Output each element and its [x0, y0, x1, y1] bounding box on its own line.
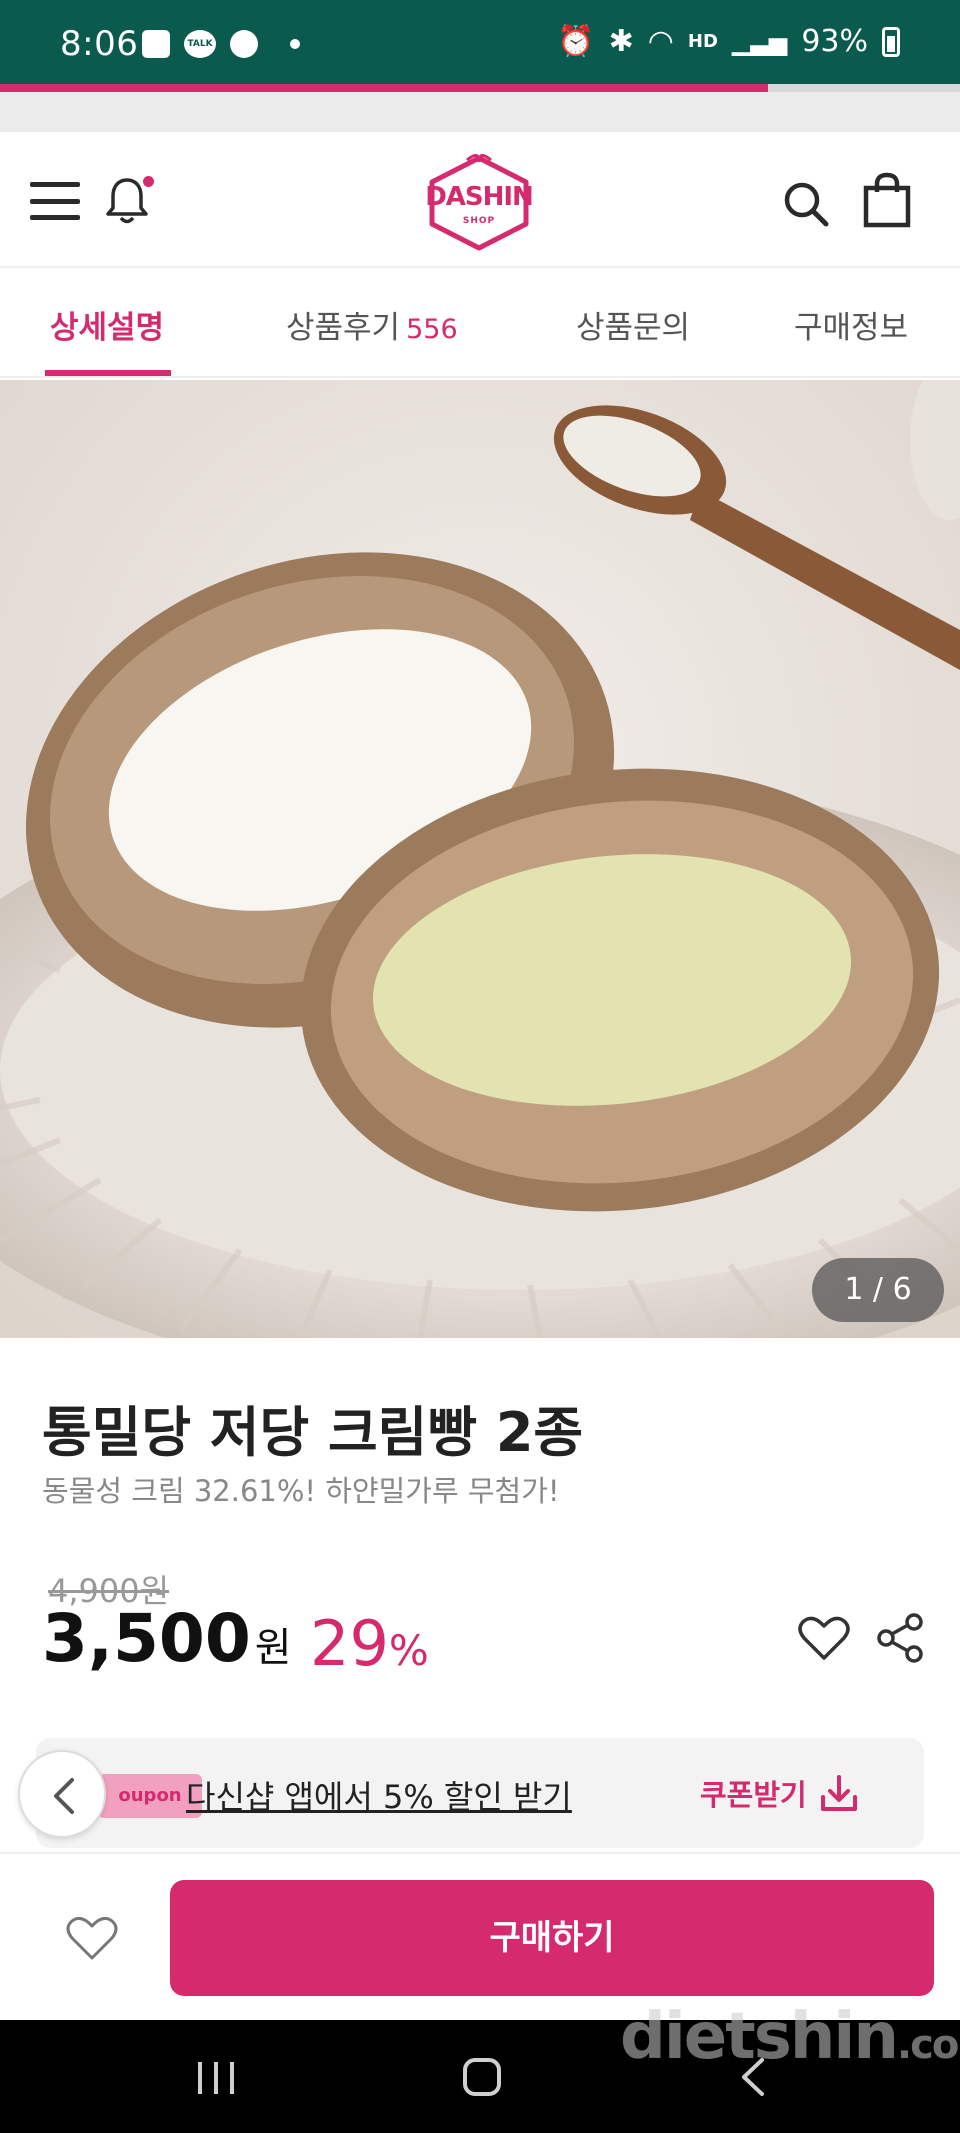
discount-unit: %	[388, 1626, 429, 1675]
product-title: 통밀당 저당 크림빵 2종	[42, 1401, 584, 1464]
coupon-banner[interactable]: oupon 다신샵 앱에서 5% 할인 받기 쿠폰받기	[36, 1738, 924, 1848]
site-header: DASHIN SHOP	[0, 132, 960, 268]
get-coupon-label: 쿠폰받기	[700, 1778, 807, 1812]
status-notification-icons: TALK	[142, 30, 300, 58]
search-icon[interactable]	[782, 180, 830, 228]
status-time: 8:06	[60, 24, 139, 64]
browser-toolbar-band	[0, 92, 960, 132]
chevron-left-icon	[54, 1778, 74, 1814]
buy-button[interactable]: 구매하기	[170, 1880, 934, 1996]
app-notification-icon	[230, 30, 258, 58]
sale-price: 3,500 원	[42, 1600, 292, 1677]
shopping-bag-icon[interactable]	[862, 172, 912, 228]
cream-bread-photo	[0, 380, 960, 1338]
active-tab-indicator	[45, 370, 171, 376]
logo-subtext: SHOP	[462, 216, 496, 226]
menu-icon[interactable]	[30, 182, 80, 220]
wishlist-heart-icon[interactable]	[66, 1914, 118, 1962]
image-pager: 1 / 6	[812, 1258, 944, 1322]
discount-rate: 29%	[310, 1607, 429, 1680]
battery-icon	[882, 26, 900, 57]
tab-reviews[interactable]: 상품후기 556	[286, 302, 458, 347]
logo-text: DASHIN	[425, 182, 534, 212]
bottom-action-bar: 구매하기	[0, 1852, 960, 2020]
download-icon	[820, 1775, 857, 1811]
status-system-icons: ⏰ ✱ ◠ HD ▁▃▅ 93%	[557, 24, 900, 59]
heart-icon[interactable]	[798, 1614, 850, 1662]
review-count: 556	[406, 314, 458, 345]
get-coupon-button[interactable]: 쿠폰받기	[700, 1768, 859, 1818]
sale-price-value: 3,500	[42, 1600, 251, 1677]
bluetooth-icon: ✱	[608, 24, 634, 59]
coupon-text[interactable]: 다신샵 앱에서 5% 할인 받기	[186, 1772, 572, 1818]
gallery-notification-icon	[142, 30, 170, 58]
hd-voice-label: HD	[687, 31, 718, 52]
tab-detail[interactable]: 상세설명	[50, 302, 164, 347]
alarm-icon: ⏰	[557, 24, 595, 59]
more-notifications-dot	[290, 39, 300, 49]
tab-purchase-info[interactable]: 구매정보	[794, 302, 908, 347]
wifi-icon: ◠	[647, 24, 674, 59]
watermark-suffix: .com	[896, 2022, 960, 2068]
battery-percent: 93%	[801, 24, 868, 59]
kakaotalk-notification-icon: TALK	[184, 30, 216, 58]
share-icon[interactable]	[876, 1612, 926, 1664]
status-bar: 8:06 TALK ⏰ ✱ ◠ HD ▁▃▅ 93%	[0, 0, 960, 84]
discount-value: 29	[310, 1607, 389, 1680]
dietshin-watermark: dietshin.com	[620, 2000, 960, 2074]
signal-icon: ▁▃▅	[731, 27, 788, 56]
page-load-progress-fill	[0, 84, 768, 92]
home-icon[interactable]	[463, 2058, 501, 2096]
page-load-progress	[0, 84, 960, 92]
dashin-logo[interactable]: DASHIN SHOP	[422, 152, 536, 252]
sale-price-unit: 원	[254, 1625, 292, 1671]
product-subtitle: 동물성 크림 32.61%! 하얀밀가루 무첨가!	[42, 1474, 560, 1508]
product-image[interactable]: 1 / 6	[0, 380, 960, 1338]
tab-reviews-label: 상품후기	[286, 310, 401, 346]
notification-dot	[143, 176, 154, 187]
tab-inquiry[interactable]: 상품문의	[576, 302, 690, 347]
product-tabs: 상세설명 상품후기 556 상품문의 구매정보	[0, 270, 960, 378]
recent-apps-icon[interactable]	[198, 2062, 234, 2094]
back-floating-button[interactable]	[18, 1750, 106, 1838]
watermark-main: dietshin	[620, 2000, 899, 2074]
